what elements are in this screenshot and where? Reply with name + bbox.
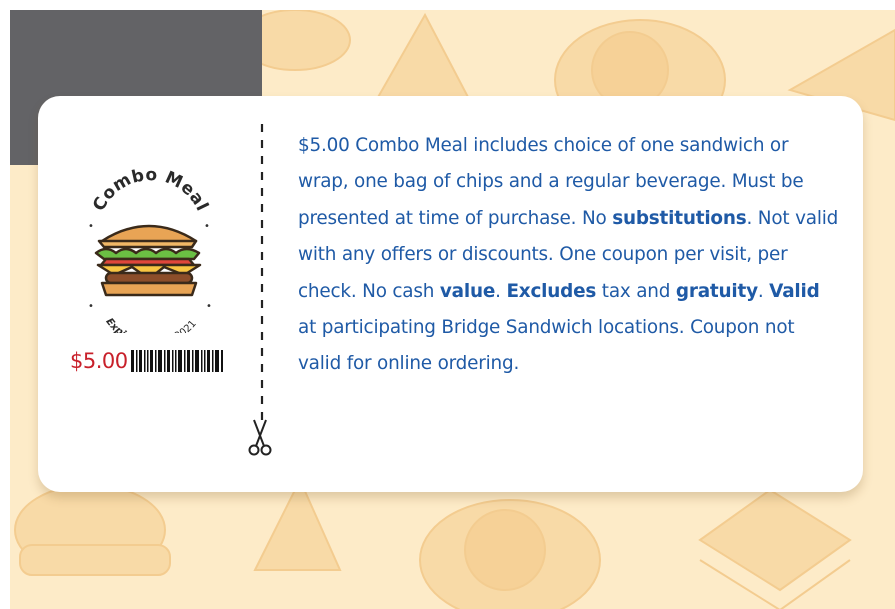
price-row: $5.00 bbox=[70, 344, 240, 378]
terms-bold-text: gratuity bbox=[675, 280, 758, 302]
expires-date: 01/31/2021 bbox=[145, 318, 198, 333]
terms-text: . bbox=[495, 280, 507, 302]
price-label: $5.00 bbox=[70, 349, 128, 373]
terms-bold-text: Valid bbox=[769, 280, 820, 302]
svg-text:•: • bbox=[88, 221, 94, 232]
svg-text:Combo Meal: Combo Meal bbox=[89, 165, 212, 215]
terms-text: at participating Bridge Sandwich locatio… bbox=[298, 317, 795, 375]
scissors-icon bbox=[248, 419, 272, 456]
terms-bold-text: value bbox=[439, 280, 496, 302]
terms-text: . bbox=[757, 280, 770, 302]
dashed-cut-line bbox=[260, 124, 264, 424]
terms-bold-text: substitutions bbox=[612, 207, 747, 229]
svg-text:Expires 01/31/2021: Expires 01/31/2021 bbox=[103, 316, 198, 333]
expires-label: Expires bbox=[103, 316, 141, 333]
sandwich-icon: • • • • Combo Meal Expires 01/31/2021 bbox=[88, 165, 212, 333]
coupon-terms: $5.00 Combo Meal includes choice of one … bbox=[298, 128, 843, 383]
svg-text:•: • bbox=[206, 301, 212, 312]
svg-text:•: • bbox=[88, 301, 94, 312]
barcode-icon bbox=[130, 350, 223, 372]
terms-text: tax and bbox=[596, 280, 676, 302]
badge-title: Combo Meal bbox=[89, 165, 212, 215]
terms-bold-text: Excludes bbox=[506, 280, 597, 302]
svg-text:•: • bbox=[204, 221, 210, 232]
